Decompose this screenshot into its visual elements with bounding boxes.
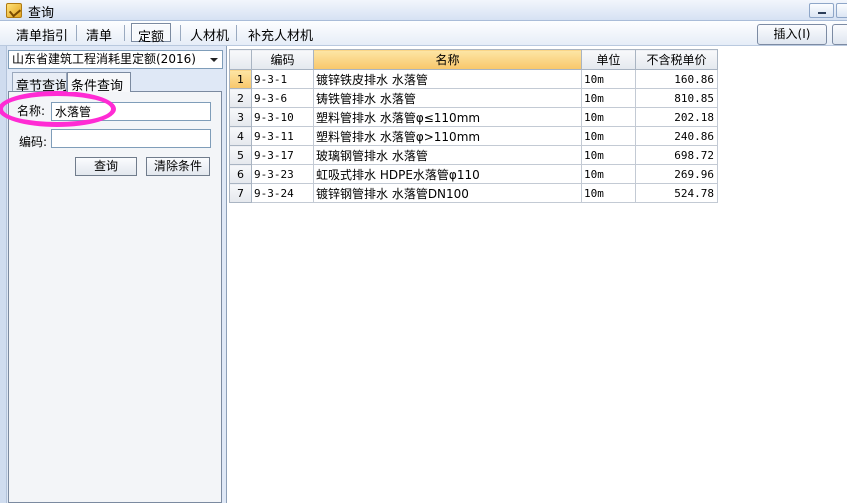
row-index[interactable]: 7 [229,183,252,203]
row-price[interactable]: 269.96 [635,164,718,184]
row-price[interactable]: 524.78 [635,183,718,203]
row-name[interactable]: 虹吸式排水 HDPE水落管φ110 [313,164,582,184]
row-unit[interactable]: 10m [581,88,636,108]
row-price[interactable]: 810.85 [635,88,718,108]
row-index[interactable]: 1 [229,69,252,89]
row-code[interactable]: 9-3-1 [251,69,314,89]
toolbar-divider [124,25,125,41]
row-unit[interactable]: 10m [581,164,636,184]
window-title: 查询 [28,6,55,21]
row-code[interactable]: 9-3-10 [251,107,314,127]
quota-library-value: 山东省建筑工程消耗里定额(2016) [12,52,196,66]
toolbar-divider [76,25,77,41]
toolbar-divider [180,25,181,41]
tab-quota[interactable]: 定额 [131,23,172,45]
row-index[interactable]: 3 [229,107,252,127]
column-header-code[interactable]: 编码 [251,49,314,70]
table-row[interactable]: 6 9-3-23 虹吸式排水 HDPE水落管φ110 10m 269.96 [229,164,718,184]
query-button[interactable]: 查询 [75,157,137,176]
row-price[interactable]: 202.18 [635,107,718,127]
clear-conditions-button[interactable]: 清除条件 [146,157,210,176]
tab-bill-guide[interactable]: 清单指引 [10,23,74,44]
name-input[interactable] [51,102,211,121]
row-name[interactable]: 镀锌铁皮排水 水落管 [313,69,582,89]
more-button[interactable] [832,24,847,45]
table-row[interactable]: 7 9-3-24 镀锌钢管排水 水落管DN100 10m 524.78 [229,183,718,203]
code-input[interactable] [51,129,211,148]
row-code[interactable]: 9-3-24 [251,183,314,203]
row-index[interactable]: 2 [229,88,252,108]
toolbar-divider [236,25,237,41]
search-panel: 山东省建筑工程消耗里定额(2016) 章节查询 条件查询 名称: 编码: 查询 … [0,46,226,503]
maximize-button[interactable] [836,3,847,18]
panel-edge [0,46,7,503]
table-row[interactable]: 1 9-3-1 镀锌铁皮排水 水落管 10m 160.86 [229,69,718,89]
category-toolbar: 清单指引 清单 定额 人材机 补充人材机 插入(I) [0,21,847,46]
row-unit[interactable]: 10m [581,69,636,89]
condition-query-panel: 名称: 编码: 查询 清除条件 [8,91,222,503]
column-header-unit[interactable]: 单位 [581,49,636,70]
row-price[interactable]: 160.86 [635,69,718,89]
row-code[interactable]: 9-3-6 [251,88,314,108]
row-code[interactable]: 9-3-17 [251,145,314,165]
row-index[interactable]: 4 [229,126,252,146]
column-header-price[interactable]: 不含税单价 [635,49,718,70]
row-unit[interactable]: 10m [581,107,636,127]
app-icon [6,3,22,18]
row-index[interactable]: 6 [229,164,252,184]
quota-library-select[interactable]: 山东省建筑工程消耗里定额(2016) [8,50,223,69]
title-bar: 查询 [0,0,847,21]
tab-supplementary-lmm[interactable]: 补充人材机 [242,23,319,44]
minimize-button[interactable] [809,3,834,18]
row-code[interactable]: 9-3-11 [251,126,314,146]
tab-bill[interactable]: 清单 [80,23,118,44]
chevron-down-icon[interactable] [206,52,221,67]
insert-button[interactable]: 插入(I) [757,24,827,45]
row-name[interactable]: 铸铁管排水 水落管 [313,88,582,108]
row-code[interactable]: 9-3-23 [251,164,314,184]
code-label: 编码: [19,135,48,149]
row-unit[interactable]: 10m [581,126,636,146]
row-index[interactable]: 5 [229,145,252,165]
results-table: 编码 名称 单位 不含税单价 1 9-3-1 镀锌铁皮排水 水落管 10m 160.86… [229,49,718,203]
table-row[interactable]: 2 9-3-6 铸铁管排水 水落管 10m 810.85 [229,88,718,108]
row-name[interactable]: 塑料管排水 水落管φ≤110mm [313,107,582,127]
table-row[interactable]: 4 9-3-11 塑料管排水 水落管φ>110mm 10m 240.86 [229,126,718,146]
row-name[interactable]: 塑料管排水 水落管φ>110mm [313,126,582,146]
column-header-index[interactable] [229,49,252,70]
row-name[interactable]: 玻璃钢管排水 水落管 [313,145,582,165]
row-price[interactable]: 698.72 [635,145,718,165]
row-name[interactable]: 镀锌钢管排水 水落管DN100 [313,183,582,203]
tab-chapter-query[interactable]: 章节查询 [12,72,67,92]
row-price[interactable]: 240.86 [635,126,718,146]
tab-condition-query[interactable]: 条件查询 [67,72,131,94]
row-unit[interactable]: 10m [581,183,636,203]
column-header-name[interactable]: 名称 [313,49,582,70]
tab-labor-material-machine[interactable]: 人材机 [184,23,235,44]
table-row[interactable]: 5 9-3-17 玻璃钢管排水 水落管 10m 698.72 [229,145,718,165]
table-row[interactable]: 3 9-3-10 塑料管排水 水落管φ≤110mm 10m 202.18 [229,107,718,127]
results-pane: 编码 名称 单位 不含税单价 1 9-3-1 镀锌铁皮排水 水落管 10m 160.86… [226,46,847,503]
row-unit[interactable]: 10m [581,145,636,165]
name-label: 名称: [17,104,46,118]
